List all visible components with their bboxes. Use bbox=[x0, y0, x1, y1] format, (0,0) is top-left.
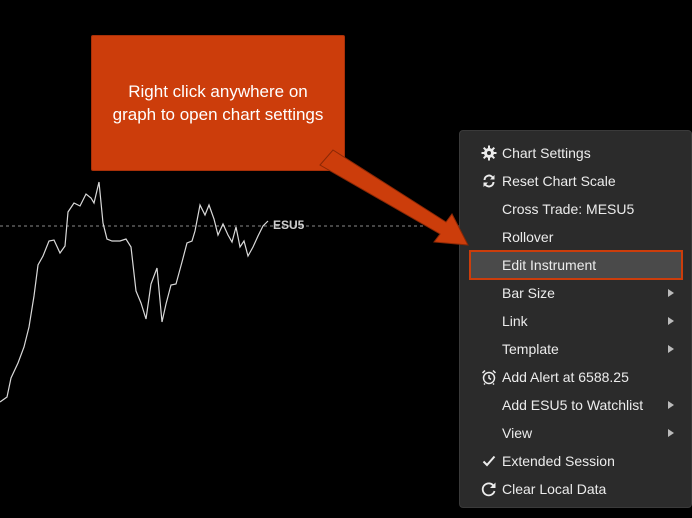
callout-text: Right click anywhere on graph to open ch… bbox=[112, 82, 324, 124]
chart-context-menu: Chart Settings Reset Chart Scale Cross T… bbox=[459, 130, 692, 508]
checkmark-icon bbox=[478, 447, 500, 475]
menu-label: Add Alert at 6588.25 bbox=[502, 369, 629, 385]
menu-item-rollover[interactable]: Rollover bbox=[470, 223, 682, 251]
menu-label: Reset Chart Scale bbox=[502, 173, 616, 189]
menu-label: Add ESU5 to Watchlist bbox=[502, 397, 644, 413]
menu-label: Chart Settings bbox=[502, 145, 591, 161]
menu-item-chart-settings[interactable]: Chart Settings bbox=[470, 139, 682, 167]
alarm-clock-icon bbox=[478, 363, 500, 391]
menu-item-view[interactable]: View bbox=[470, 419, 682, 447]
menu-label: Template bbox=[502, 341, 559, 357]
instruction-callout: Right click anywhere on graph to open ch… bbox=[91, 35, 345, 171]
menu-item-reset-chart-scale[interactable]: Reset Chart Scale bbox=[470, 167, 682, 195]
symbol-label: ESU5 bbox=[273, 218, 305, 232]
chevron-right-icon bbox=[668, 317, 678, 325]
price-line bbox=[0, 181, 269, 403]
menu-label: Clear Local Data bbox=[502, 481, 607, 497]
menu-label: Rollover bbox=[502, 229, 554, 245]
menu-item-bar-size[interactable]: Bar Size bbox=[470, 279, 682, 307]
gear-icon bbox=[478, 139, 500, 167]
menu-item-clear-local-data[interactable]: Clear Local Data bbox=[470, 475, 682, 503]
refresh-icon bbox=[478, 167, 500, 195]
menu-item-cross-trade[interactable]: Cross Trade: MESU5 bbox=[470, 195, 682, 223]
menu-label: Cross Trade: MESU5 bbox=[502, 201, 635, 217]
chevron-right-icon bbox=[668, 345, 678, 353]
menu-item-template[interactable]: Template bbox=[470, 335, 682, 363]
menu-item-link[interactable]: Link bbox=[470, 307, 682, 335]
chevron-right-icon bbox=[668, 429, 678, 437]
menu-item-extended-session[interactable]: Extended Session bbox=[470, 447, 682, 475]
menu-item-add-to-watchlist[interactable]: Add ESU5 to Watchlist bbox=[470, 391, 682, 419]
menu-item-edit-instrument[interactable]: Edit Instrument bbox=[469, 250, 683, 280]
menu-label: Link bbox=[502, 313, 528, 329]
chevron-right-icon bbox=[668, 401, 678, 409]
reload-icon bbox=[478, 475, 500, 503]
chevron-right-icon bbox=[668, 289, 678, 297]
menu-label: Extended Session bbox=[502, 453, 615, 469]
menu-item-add-alert[interactable]: Add Alert at 6588.25 bbox=[470, 363, 682, 391]
menu-label: View bbox=[502, 425, 533, 441]
menu-label: Bar Size bbox=[502, 285, 555, 301]
menu-label: Edit Instrument bbox=[502, 257, 597, 273]
